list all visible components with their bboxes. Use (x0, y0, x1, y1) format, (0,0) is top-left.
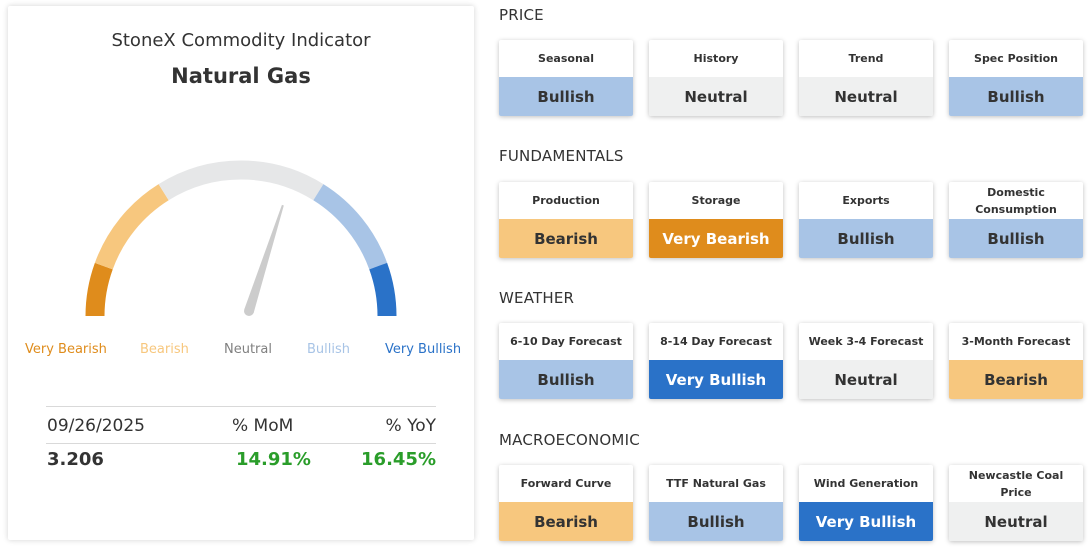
tile-exports[interactable]: Exports Bullish (799, 182, 933, 258)
tile-label: Seasonal (538, 52, 594, 65)
tile-status: Bullish (949, 77, 1083, 116)
tile-label: Forward Curve (520, 477, 612, 490)
tile-status: Bullish (649, 502, 783, 541)
gauge-label-bullish: Bullish (307, 342, 351, 357)
stats-mom-label: % MoM (232, 416, 294, 436)
tile-label: 6-10 Day Forecast (510, 335, 622, 348)
tile-wind-generation[interactable]: Wind Generation Very Bullish (799, 465, 933, 541)
tile-label: Production (532, 194, 600, 207)
tile-status: Bullish (499, 77, 633, 116)
tile-label: 8-14 Day Forecast (660, 335, 772, 348)
tile-week-3-4-forecast[interactable]: Week 3-4 Forecast Neutral (799, 323, 933, 399)
stats-divider-top (46, 406, 436, 407)
gauge-needle (244, 204, 284, 316)
tile-label: Spec Position (974, 52, 1058, 65)
section-title-macroeconomic: MACROECONOMIC (499, 431, 640, 449)
indicator-gauge-card: StoneX Commodity Indicator Natural Gas V… (8, 6, 474, 540)
tile-status: Very Bearish (649, 219, 783, 258)
tile-production[interactable]: Production Bearish (499, 182, 633, 258)
tile-spec-position[interactable]: Spec Position Bullish (949, 40, 1083, 116)
indicator-subtitle: StoneX Commodity Indicator (111, 30, 371, 51)
tile-label: Wind Generation (813, 477, 919, 490)
tile-status: Very Bullish (799, 502, 933, 541)
tile-seasonal[interactable]: Seasonal Bullish (499, 40, 633, 116)
sentiment-gauge (85, 160, 397, 317)
stats-yoy-label: % YoY (385, 416, 436, 436)
gauge-segment-neutral (158, 160, 324, 201)
tile-status: Neutral (649, 77, 783, 116)
gauge-arcs (85, 160, 397, 317)
tile-8-14-day-forecast[interactable]: 8-14 Day Forecast Very Bullish (649, 323, 783, 399)
gauge-label-very-bearish: Very Bearish (25, 342, 107, 357)
gauge-label-bearish: Bearish (140, 342, 189, 357)
stats-date: 09/26/2025 (47, 416, 145, 436)
stats-yoy-value: 16.45% (361, 449, 436, 470)
tile-trend[interactable]: Trend Neutral (799, 40, 933, 116)
tile-label: Trend (848, 52, 884, 65)
tile-label: Exports (842, 194, 890, 207)
stats-price-value: 3.206 (47, 449, 104, 470)
tile-label: Week 3-4 Forecast (808, 335, 924, 348)
tile-domestic-consumption[interactable]: Domestic Consumption Bullish (949, 182, 1083, 258)
section-title-weather: WEATHER (499, 289, 575, 307)
tile-storage[interactable]: Storage Very Bearish (649, 182, 783, 258)
tile-status: Bearish (499, 502, 633, 541)
tile-status: Bullish (799, 219, 933, 258)
tile-status: Bearish (949, 360, 1083, 399)
tile-status: Bullish (949, 219, 1083, 258)
gauge-label-very-bullish: Very Bullish (385, 342, 462, 357)
tile-status: Bullish (499, 360, 633, 399)
gauge-needle-pointer (244, 204, 284, 313)
tile-label: History (693, 52, 739, 65)
tile-label: Storage (691, 194, 741, 207)
section-title-price: PRICE (499, 6, 544, 24)
gauge-label-neutral: Neutral (224, 342, 272, 357)
gauge-segment-bullish (313, 184, 388, 270)
tile-label: Domestic Consumption (975, 185, 1057, 216)
tile-status: Very Bullish (649, 360, 783, 399)
tile-label: Newcastle Coal Price (968, 468, 1064, 499)
tile-status: Neutral (799, 77, 933, 116)
gauge-segment-very-bearish (85, 262, 113, 317)
tile-3-month-forecast[interactable]: 3-Month Forecast Bearish (949, 323, 1083, 399)
gauge-segment-bearish (94, 184, 169, 270)
section-title-fundamentals: FUNDAMENTALS (499, 147, 624, 165)
tile-label: 3-Month Forecast (961, 335, 1071, 348)
gauge-needle-hub (244, 306, 254, 316)
tile-status: Bearish (499, 219, 633, 258)
tile-status: Neutral (949, 502, 1083, 541)
gauge-segment-very-bullish (369, 262, 397, 317)
tile-history[interactable]: History Neutral (649, 40, 783, 116)
tile-forward-curve[interactable]: Forward Curve Bearish (499, 465, 633, 541)
tile-status: Neutral (799, 360, 933, 399)
tile-label: TTF Natural Gas (666, 477, 766, 490)
tile-6-10-day-forecast[interactable]: 6-10 Day Forecast Bullish (499, 323, 633, 399)
tile-ttf-natural-gas[interactable]: TTF Natural Gas Bullish (649, 465, 783, 541)
stats-divider-middle (46, 443, 436, 444)
commodity-title: Natural Gas (171, 64, 311, 88)
tile-newcastle-coal-price[interactable]: Newcastle Coal Price Neutral (949, 465, 1083, 541)
stats-mom-value: 14.91% (236, 449, 311, 470)
